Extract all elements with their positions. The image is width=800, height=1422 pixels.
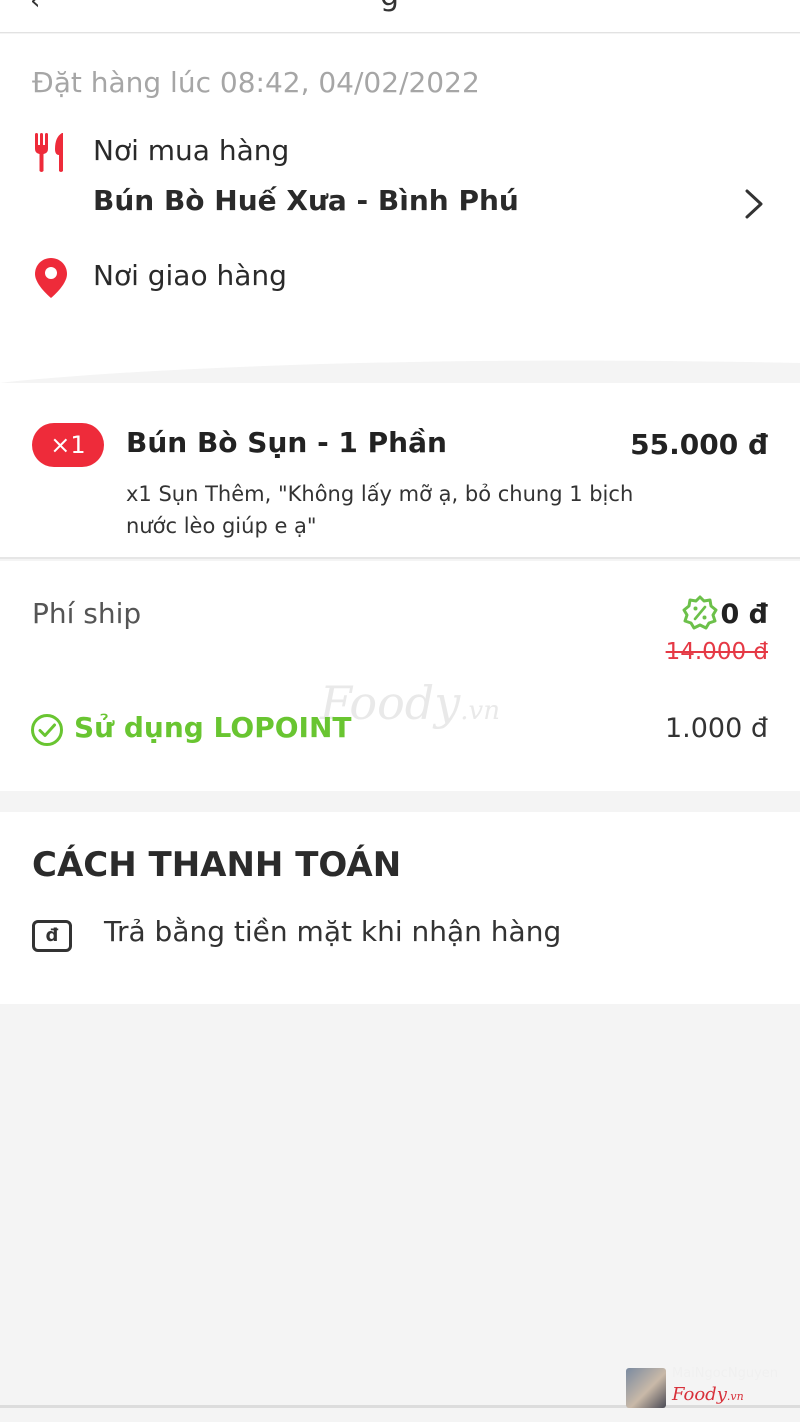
- quantity-badge: ×1: [32, 423, 104, 467]
- payment-title: CÁCH THANH TOÁN: [32, 845, 402, 885]
- photo-credit: MaiNgocNguyen Foody.vn: [626, 1366, 796, 1410]
- shipping-fee-value: 0 đ: [720, 599, 768, 630]
- shipping-fee-original: 14.000 đ: [665, 639, 768, 665]
- avatar: [626, 1368, 666, 1408]
- order-item: ×1 Bún Bò Sụn - 1 Phần 55.000 đ x1 Sụn T…: [0, 383, 800, 559]
- item-note: x1 Sụn Thêm, "Không lấy mỡ ạ, bỏ chung 1…: [126, 482, 634, 538]
- lopoint-value: 1.000 đ: [664, 713, 768, 744]
- credit-username: MaiNgocNguyen: [672, 1366, 779, 1381]
- cash-icon: đ: [32, 920, 72, 952]
- section-divider: [0, 355, 800, 383]
- discount-badge-icon: [682, 595, 718, 630]
- purchase-place-label: Nơi mua hàng: [93, 134, 290, 167]
- top-bar: ‹ g: [0, 0, 800, 33]
- order-time: Đặt hàng lúc 08:42, 04/02/2022: [32, 66, 480, 99]
- order-info-section: Đặt hàng lúc 08:42, 04/02/2022 Nơi mua h…: [0, 34, 800, 360]
- check-circle-icon[interactable]: [30, 713, 64, 747]
- page-title: g: [380, 0, 399, 13]
- delivery-place-label: Nơi giao hàng: [93, 259, 287, 292]
- payment-method: Trả bằng tiền mặt khi nhận hàng: [104, 915, 562, 948]
- lopoint-label[interactable]: Sử dụng LOPOINT: [74, 711, 351, 744]
- chevron-right-icon[interactable]: [742, 188, 766, 220]
- fork-knife-icon: [35, 133, 63, 172]
- shipping-fee-label: Phí ship: [32, 597, 142, 630]
- fees-section: Phí ship 0 đ 14.000 đ Foody.vn Sử dụng L…: [0, 561, 800, 791]
- map-pin-icon: [35, 258, 67, 298]
- restaurant-name[interactable]: Bún Bò Huế Xưa - Bình Phú: [93, 184, 519, 217]
- credit-brand: Foody.vn: [672, 1384, 744, 1405]
- item-price: 55.000 đ: [630, 428, 768, 461]
- item-name: Bún Bò Sụn - 1 Phần: [126, 426, 447, 459]
- back-arrow-icon[interactable]: ‹: [30, 0, 40, 16]
- payment-section: CÁCH THANH TOÁN đ Trả bằng tiền mặt khi …: [0, 812, 800, 1004]
